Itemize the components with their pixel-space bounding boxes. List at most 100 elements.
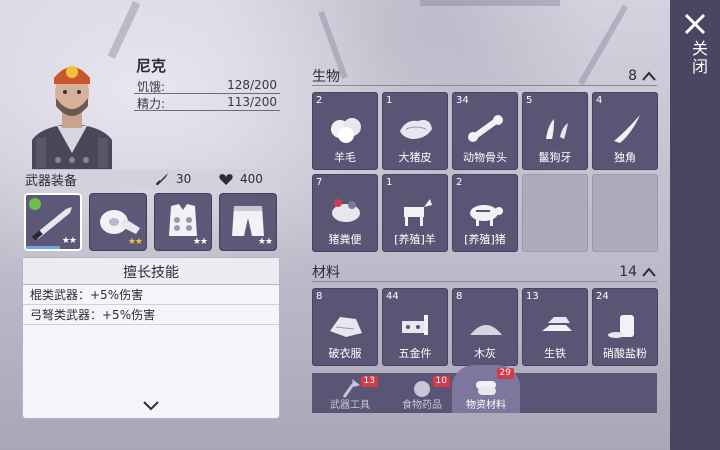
character-portrait	[22, 48, 122, 170]
tab-badge: 29	[496, 368, 514, 379]
bone-icon	[468, 115, 503, 142]
equip-slot-legs[interactable]: ★★	[219, 193, 277, 251]
item-animal-bone[interactable]: 34 动物骨头	[452, 92, 518, 170]
item-qty: 7	[316, 177, 323, 188]
goat-icon	[404, 199, 432, 226]
item-qty: 8	[456, 291, 463, 302]
item-label: 大猪皮	[398, 151, 432, 164]
pig-icon	[470, 205, 503, 226]
pig-hide-icon	[400, 120, 432, 139]
sword-icon	[155, 173, 168, 186]
item-label: 鬣狗牙	[538, 151, 572, 164]
skills-panel: 擅长技能 棍类武器：+5%伤害 弓弩类武器：+5%伤害	[22, 257, 280, 419]
category-tabbar: 13 武器工具 10 食物药品 29 物资材料	[312, 365, 657, 413]
horn-icon	[614, 115, 640, 143]
skills-title: 擅长技能	[23, 258, 279, 285]
tab-label: 食物药品	[402, 400, 442, 411]
wool-icon	[331, 118, 361, 143]
item-qty: 8	[316, 291, 323, 302]
tab-badge: 10	[432, 376, 450, 387]
item-label: 独角	[614, 151, 636, 164]
equip-slot-weapon[interactable]: ★★	[24, 193, 82, 251]
item-wool[interactable]: 2 羊毛	[312, 92, 378, 170]
item-qty: 24	[596, 291, 609, 302]
tab-supplies-materials[interactable]: 29 物资材料	[452, 365, 520, 413]
attack-value: 30	[176, 172, 192, 186]
tab-label: 武器工具	[330, 400, 370, 411]
skill-row: 弓弩类武器：+5%伤害	[23, 305, 279, 325]
item-qty: 4	[596, 95, 603, 106]
item-label: 硝酸盐粉	[603, 347, 647, 360]
item-label: [养殖]猪	[464, 233, 506, 246]
tab-weapons-tools[interactable]: 13 武器工具	[316, 373, 384, 413]
item-farmed-sheep[interactable]: 1 [养殖]羊	[382, 174, 448, 252]
body-stars: ★★	[192, 237, 208, 247]
skill-row: 棍类武器：+5%伤害	[23, 285, 279, 305]
weapon-stars: ★★	[61, 236, 77, 246]
materials-section-header[interactable]: 材料 14	[312, 262, 657, 282]
hunger-value: 128/200	[227, 78, 277, 92]
health-value: 400	[240, 172, 263, 186]
tab-food-medicine[interactable]: 10 食物药品	[388, 373, 456, 413]
legs-stars: ★★	[257, 237, 273, 247]
item-qty: 13	[526, 291, 539, 302]
item-qty: 1	[386, 177, 393, 188]
hardware-icon	[402, 315, 428, 335]
energy-stat: 精力: 113/200	[134, 95, 280, 111]
biology-title: 生物	[312, 68, 340, 85]
item-label: 五金件	[398, 347, 432, 360]
item-qty: 34	[456, 95, 469, 106]
item-qty: 1	[386, 95, 393, 106]
tab-badge: 13	[360, 376, 378, 387]
powder-jar-icon	[608, 315, 634, 338]
character-name: 尼克	[136, 57, 167, 75]
energy-value: 113/200	[227, 95, 277, 109]
item-qty: 5	[526, 95, 533, 106]
item-nitrate-powder[interactable]: 24 硝酸盐粉	[592, 288, 658, 366]
hunger-label: 饥饿:	[137, 80, 166, 94]
item-hyena-tooth[interactable]: 5 鬣狗牙	[522, 92, 588, 170]
tooth-icon	[546, 119, 568, 139]
item-pig-iron[interactable]: 13 生铁	[522, 288, 588, 366]
ash-pile-icon	[470, 325, 502, 335]
item-wood-ash[interactable]: 8 木灰	[452, 288, 518, 366]
item-farmed-pig[interactable]: 2 [养殖]猪	[452, 174, 518, 252]
item-qty: 2	[316, 95, 323, 106]
biology-section-header[interactable]: 生物 8	[312, 66, 657, 86]
materials-count: 14	[619, 263, 637, 280]
close-label[interactable]: 关闭	[686, 40, 710, 76]
chevron-down-icon[interactable]	[142, 398, 159, 412]
item-label: [养殖]羊	[394, 233, 436, 246]
item-label: 动物骨头	[463, 151, 507, 164]
item-torn-clothes[interactable]: 8 破衣服	[312, 288, 378, 366]
materials-title: 材料	[312, 264, 340, 281]
energy-label: 精力:	[137, 97, 166, 111]
chevron-up-icon[interactable]	[641, 266, 657, 278]
item-label: 猪粪便	[328, 233, 362, 246]
iron-ingot-icon	[542, 317, 572, 331]
accessory-stars: ★★	[127, 237, 143, 247]
heart-icon	[219, 174, 233, 185]
equip-slot-accessory[interactable]: ★★	[89, 193, 147, 251]
item-slot-empty[interactable]	[592, 174, 658, 252]
item-slot-empty[interactable]	[522, 174, 588, 252]
tab-label: 物资材料	[466, 400, 506, 411]
health-stat: 400	[218, 171, 263, 187]
close-icon[interactable]	[683, 12, 707, 36]
chevron-up-icon[interactable]	[641, 70, 657, 82]
item-label: 羊毛	[334, 151, 356, 164]
item-label: 木灰	[474, 347, 496, 360]
biology-count: 8	[628, 67, 637, 84]
item-qty: 2	[456, 177, 463, 188]
equipment-title: 武器装备	[25, 174, 78, 189]
equip-slot-body[interactable]: ★★	[154, 193, 212, 251]
item-qty: 44	[386, 291, 399, 302]
hunger-stat: 饥饿: 128/200	[134, 78, 280, 94]
item-pig-manure[interactable]: 7 猪粪便	[312, 174, 378, 252]
manure-icon	[332, 199, 360, 222]
item-label: 破衣服	[328, 347, 362, 360]
item-hardware[interactable]: 44 五金件	[382, 288, 448, 366]
item-pig-hide[interactable]: 1 大猪皮	[382, 92, 448, 170]
item-horn[interactable]: 4 独角	[592, 92, 658, 170]
torn-clothes-icon	[330, 317, 362, 337]
